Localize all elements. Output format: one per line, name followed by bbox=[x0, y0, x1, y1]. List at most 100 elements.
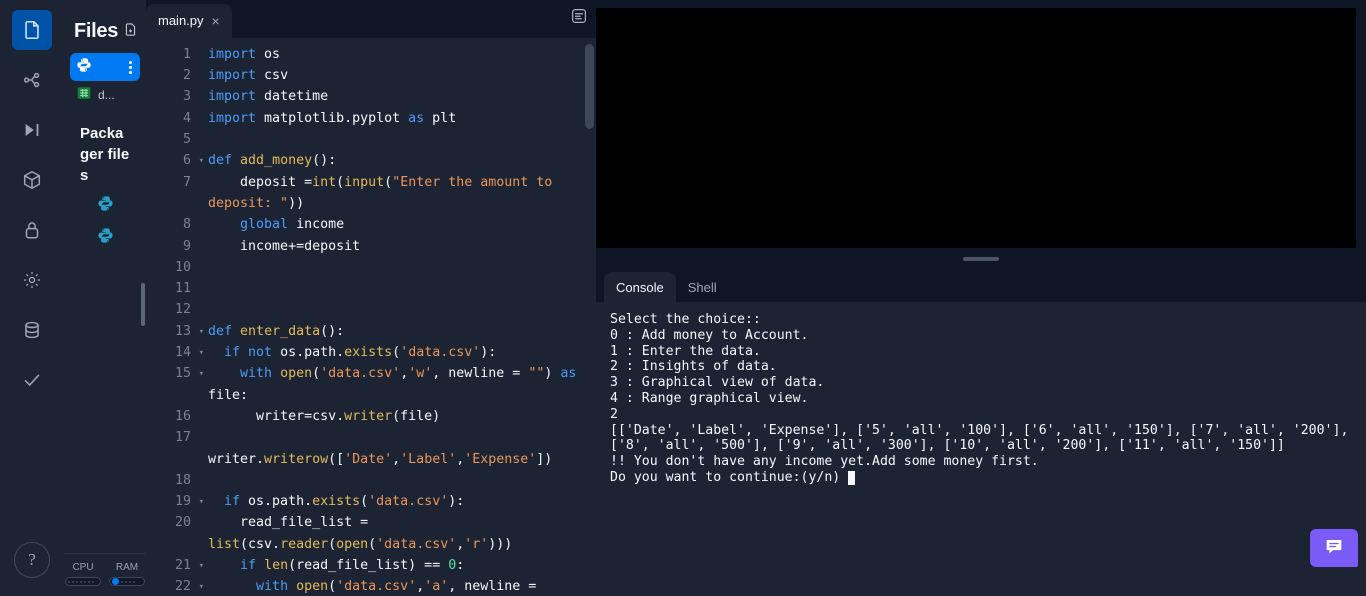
code-line-text: income+=deposit bbox=[208, 238, 361, 254]
rail-item-settings[interactable] bbox=[12, 260, 52, 300]
files-header: Files bbox=[64, 0, 146, 53]
csv-spreadsheet-icon bbox=[76, 85, 92, 106]
code-line-text: if len(read_file_list) == 0: bbox=[240, 558, 465, 574]
activity-rail: ? bbox=[0, 0, 64, 596]
code-line-text: global income bbox=[240, 217, 345, 233]
code-line: 17 writer.writerow(['Date','Label','Expe… bbox=[146, 427, 596, 470]
file-item-main-py[interactable] bbox=[70, 53, 140, 81]
code-line-text: if not os.path.exists('data.csv'): bbox=[224, 345, 497, 361]
console-tabbar: Console Shell bbox=[596, 270, 1366, 302]
right-column: Console Shell Select the choice:: 0 : Ad… bbox=[596, 0, 1366, 596]
line-number: 15 ▾ bbox=[146, 363, 204, 384]
file-options-icon[interactable] bbox=[129, 60, 134, 74]
rail-item-debugger[interactable] bbox=[12, 110, 52, 150]
line-number: 1 bbox=[182, 46, 191, 62]
ram-label: RAM bbox=[115, 562, 139, 573]
line-number: 12 bbox=[174, 302, 191, 318]
code-line-text: import csv bbox=[208, 68, 289, 84]
code-lines: 1 import os 2 import csv 3 import datetime 4 im… bbox=[146, 38, 596, 596]
fold-arrow-icon[interactable]: ▾ bbox=[199, 151, 204, 172]
line-number: 14 ▾ bbox=[146, 342, 204, 363]
console-output[interactable]: Select the choice:: 0 : Add money to Acc… bbox=[596, 302, 1366, 596]
editor-column: main.py × 1 import os 2 import csv 3 import d… bbox=[146, 0, 596, 596]
help-label: ? bbox=[28, 550, 36, 569]
cpu-usage[interactable]: CPU bbox=[65, 562, 101, 586]
tab-main-py[interactable]: main.py × bbox=[146, 3, 232, 38]
packager-files-title[interactable]: Packager files bbox=[70, 109, 140, 190]
line-number: 20 bbox=[174, 515, 191, 531]
rail-item-version-control[interactable] bbox=[12, 60, 52, 100]
code-line: 20 read_file_list = list(csv.reader(open… bbox=[146, 512, 596, 555]
rail-item-files[interactable] bbox=[12, 10, 52, 50]
line-number: 21 ▾ bbox=[146, 555, 204, 576]
line-number: 13 ▾ bbox=[146, 321, 204, 342]
debugger-icon bbox=[21, 119, 43, 141]
fold-arrow-icon[interactable]: ▾ bbox=[199, 556, 204, 577]
close-icon[interactable]: × bbox=[212, 14, 220, 28]
code-line: 8 global income bbox=[146, 214, 596, 235]
fold-arrow-icon[interactable]: ▾ bbox=[199, 343, 204, 364]
tab-console[interactable]: Console bbox=[604, 272, 676, 302]
rail-item-packages[interactable] bbox=[12, 160, 52, 200]
code-line: 3 import datetime bbox=[146, 86, 596, 107]
code-line: 10 bbox=[146, 257, 596, 278]
code-line: 1 import os bbox=[146, 44, 596, 65]
new-file-icon[interactable] bbox=[123, 22, 138, 42]
editor-tabbar: main.py × bbox=[146, 0, 596, 38]
tab-shell[interactable]: Shell bbox=[676, 272, 729, 302]
code-line: 19 ▾ if os.path.exists('data.csv'): bbox=[146, 491, 596, 512]
fold-arrow-icon[interactable]: ▾ bbox=[199, 364, 204, 385]
code-line: 13 ▾ def enter_data(): bbox=[146, 321, 596, 342]
line-number: 4 bbox=[182, 110, 191, 126]
fold-arrow-icon[interactable]: ▾ bbox=[199, 577, 204, 596]
code-line: 22 ▾ with open('data.csv','a', newline = bbox=[146, 576, 596, 596]
fold-arrow-icon[interactable]: ▾ bbox=[199, 492, 204, 513]
code-line: 18 bbox=[146, 470, 596, 491]
files-panel: Files d... Packager files CPU RAM bbox=[64, 0, 146, 596]
webview-output-panel[interactable] bbox=[596, 8, 1356, 248]
fold-arrow-icon[interactable]: ▾ bbox=[199, 322, 204, 343]
packager-file-item[interactable] bbox=[70, 222, 140, 254]
help-button[interactable]: ? bbox=[14, 542, 50, 578]
replit-ide: ? Files d... Packager files CPU RAM main… bbox=[0, 0, 1366, 596]
editor-scrollbar[interactable] bbox=[585, 43, 594, 129]
line-number: 2 bbox=[182, 68, 191, 84]
line-number: 17 bbox=[174, 430, 191, 446]
code-line: 9 income+=deposit bbox=[146, 236, 596, 257]
packages-cube-icon bbox=[21, 169, 43, 191]
code-line-text: import matplotlib.pyplot as plt bbox=[208, 110, 457, 126]
rail-item-database[interactable] bbox=[12, 310, 52, 350]
code-line: 21 ▾ if len(read_file_list) == 0: bbox=[146, 555, 596, 576]
chat-button[interactable] bbox=[1310, 529, 1358, 567]
cpu-label: CPU bbox=[72, 562, 94, 573]
rail-item-secrets[interactable] bbox=[12, 210, 52, 250]
line-number: 10 bbox=[174, 259, 191, 275]
console-cursor bbox=[848, 470, 856, 485]
line-number: 5 bbox=[182, 132, 191, 148]
line-number: 22 ▾ bbox=[146, 576, 204, 596]
files-title: Files bbox=[74, 20, 119, 42]
python-icon bbox=[76, 57, 92, 78]
format-document-icon[interactable] bbox=[570, 7, 588, 30]
file-item-data-csv[interactable]: d... bbox=[70, 81, 140, 109]
line-number: 6 ▾ bbox=[146, 150, 204, 171]
ram-usage[interactable]: RAM bbox=[109, 562, 145, 586]
file-tree: d... Packager files bbox=[64, 53, 146, 553]
database-icon bbox=[21, 319, 43, 341]
code-line-text: if os.path.exists('data.csv'): bbox=[224, 494, 465, 510]
code-line-text: with open('data.csv','a', newline = bbox=[256, 579, 545, 595]
line-number: 9 bbox=[182, 238, 191, 254]
code-line: 5 bbox=[146, 129, 596, 150]
files-scrollbar[interactable] bbox=[141, 283, 145, 326]
rail-item-tests[interactable] bbox=[12, 360, 52, 400]
code-line: 12 bbox=[146, 299, 596, 320]
code-editor[interactable]: 1 import os 2 import csv 3 import datetime 4 im… bbox=[146, 37, 596, 596]
packager-file-item[interactable] bbox=[70, 190, 140, 222]
code-line: 16 writer=csv.writer(file) bbox=[146, 406, 596, 427]
code-line-text: import os bbox=[208, 46, 281, 62]
line-number: 19 ▾ bbox=[146, 491, 204, 512]
code-line: 14 ▾ if not os.path.exists('data.csv'): bbox=[146, 342, 596, 363]
tab-label: main.py bbox=[158, 13, 204, 29]
panel-resize-handle[interactable] bbox=[596, 248, 1366, 270]
code-line: 11 bbox=[146, 278, 596, 299]
